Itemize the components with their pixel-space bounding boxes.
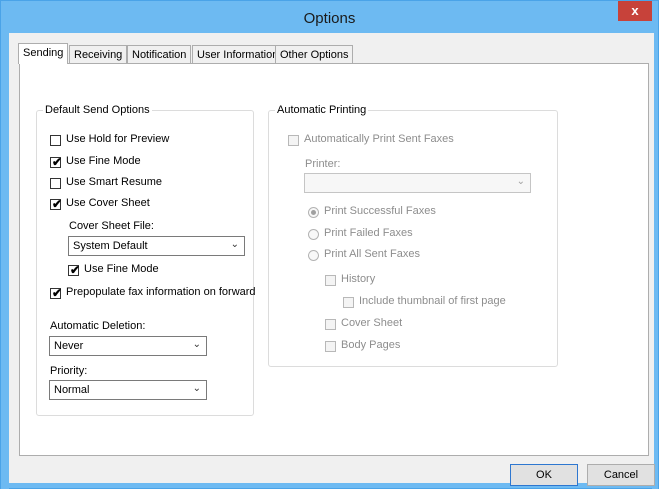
cover-sheet-print-label[interactable]: Cover Sheet	[341, 317, 402, 329]
print-failed-radio[interactable]	[308, 229, 319, 240]
checkmark-icon: ✔	[70, 263, 81, 277]
cover-use-fine-mode-label[interactable]: Use Fine Mode	[84, 263, 159, 275]
radio-selected-dot	[311, 210, 316, 215]
use-cover-sheet-checkbox[interactable]: ✔	[50, 197, 63, 211]
tab-other-options[interactable]: Other Options	[275, 45, 354, 63]
cover-sheet-file-label: Cover Sheet File:	[69, 220, 154, 232]
printer-label: Printer:	[305, 158, 341, 170]
history-checkbox[interactable]	[325, 275, 336, 286]
print-successful-label[interactable]: Print Successful Faxes	[324, 205, 436, 217]
tab-sending[interactable]: Sending	[18, 43, 69, 64]
prepopulate-label[interactable]: Prepopulate fax information on forward	[66, 286, 256, 298]
use-smart-resume-checkbox[interactable]	[50, 178, 61, 189]
checkmark-icon: ✔	[52, 155, 63, 169]
print-all-sent-radio[interactable]	[308, 250, 319, 261]
use-fine-mode-checkbox[interactable]: ✔	[50, 155, 63, 169]
print-successful-radio[interactable]	[308, 207, 319, 218]
automatic-printing-group: Automatic Printing Automatically Print S…	[268, 104, 558, 367]
cover-use-fine-mode-checkbox[interactable]: ✔	[68, 263, 81, 277]
auto-print-label[interactable]: Automatically Print Sent Faxes	[304, 133, 454, 145]
checkmark-icon: ✔	[52, 197, 63, 211]
ok-button[interactable]: OK	[510, 464, 578, 486]
title-bar[interactable]: Options x	[1, 1, 658, 33]
close-button[interactable]: x	[618, 1, 652, 21]
chevron-down-icon: ⌄	[230, 239, 239, 250]
body-pages-label[interactable]: Body Pages	[341, 339, 400, 351]
include-thumbnail-checkbox[interactable]	[343, 297, 354, 308]
automatic-deletion-label: Automatic Deletion:	[50, 320, 146, 332]
checkmark-icon: ✔	[52, 286, 63, 300]
automatic-deletion-value: Never	[54, 340, 84, 352]
priority-label: Priority:	[50, 365, 88, 377]
history-label[interactable]: History	[341, 273, 375, 285]
use-hold-for-preview-label[interactable]: Use Hold for Preview	[66, 133, 169, 145]
sending-tab-panel: Default Send Options Use Hold for Previe…	[19, 63, 649, 456]
tab-notification[interactable]: Notification	[127, 45, 192, 63]
use-fine-mode-label[interactable]: Use Fine Mode	[66, 155, 141, 167]
default-send-options-legend: Default Send Options	[43, 104, 152, 116]
automatic-printing-legend: Automatic Printing	[275, 104, 369, 116]
cancel-button[interactable]: Cancel	[587, 464, 655, 486]
use-hold-for-preview-checkbox[interactable]	[50, 135, 61, 146]
include-thumbnail-label[interactable]: Include thumbnail of first page	[359, 295, 506, 307]
default-send-options-group: Default Send Options Use Hold for Previe…	[36, 104, 256, 416]
body-pages-checkbox[interactable]	[325, 341, 336, 352]
priority-select[interactable]: Normal ⌄	[49, 380, 207, 400]
print-all-sent-label[interactable]: Print All Sent Faxes	[324, 248, 420, 260]
priority-value: Normal	[54, 384, 90, 396]
use-cover-sheet-label[interactable]: Use Cover Sheet	[66, 197, 150, 209]
chevron-down-icon: ⌄	[192, 383, 201, 394]
prepopulate-checkbox[interactable]: ✔	[50, 286, 63, 300]
automatic-deletion-select[interactable]: Never ⌄	[49, 336, 207, 356]
printer-select[interactable]: ⌄	[304, 173, 531, 193]
options-window: Options x Sending Receiving Notification…	[0, 0, 659, 489]
tab-user-information[interactable]: User Information	[192, 45, 284, 63]
auto-print-checkbox[interactable]	[288, 135, 299, 146]
cover-sheet-file-value: System Default	[73, 240, 148, 252]
cover-sheet-file-select[interactable]: System Default ⌄	[68, 236, 245, 256]
window-frame-left	[1, 33, 9, 489]
cover-sheet-print-checkbox[interactable]	[325, 319, 336, 330]
chevron-down-icon: ⌄	[192, 339, 201, 350]
window-title: Options	[303, 10, 356, 27]
print-failed-label[interactable]: Print Failed Faxes	[324, 227, 413, 239]
chevron-down-icon: ⌄	[516, 176, 525, 187]
use-smart-resume-label[interactable]: Use Smart Resume	[66, 176, 162, 188]
dialog-client-area: Sending Receiving Notification User Info…	[9, 33, 655, 486]
tab-receiving[interactable]: Receiving	[69, 45, 128, 63]
